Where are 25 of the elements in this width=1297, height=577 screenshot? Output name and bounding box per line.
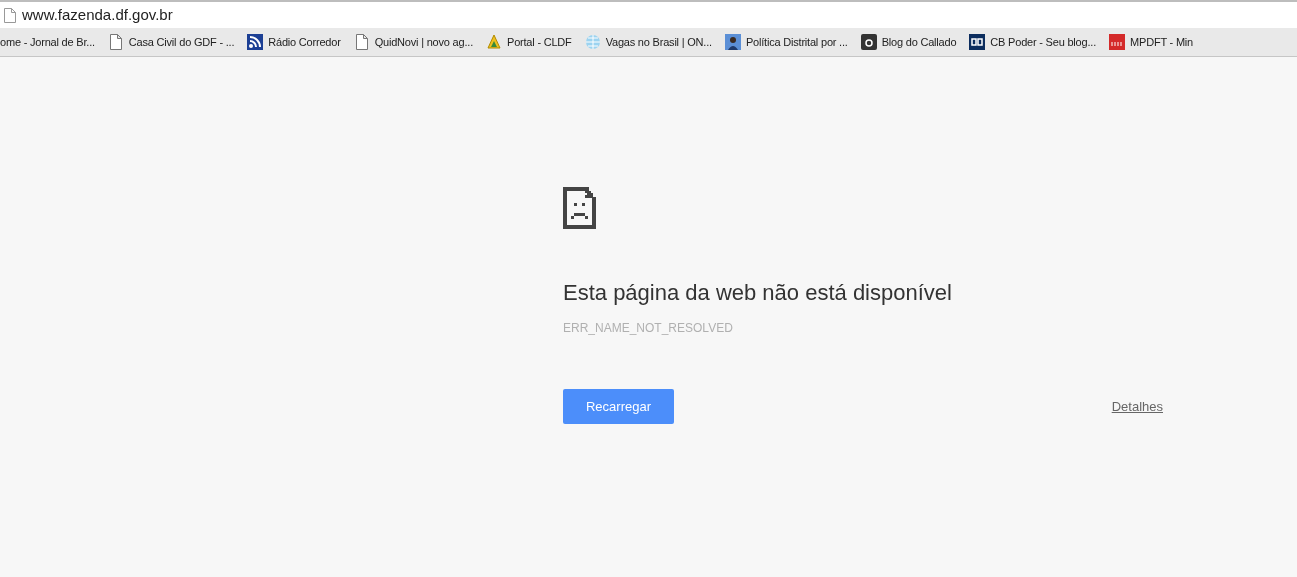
page-icon xyxy=(107,34,124,50)
bars-logo-icon xyxy=(1109,34,1126,50)
two-squares-logo-icon xyxy=(969,34,986,50)
bookmark-link[interactable]: Vagas no Brasil | ON... xyxy=(605,33,712,51)
photo-icon xyxy=(724,34,741,50)
bookmark-link[interactable]: Blog do Callado xyxy=(881,33,957,51)
dark-square-icon xyxy=(860,34,877,50)
triangle-emblem-icon xyxy=(486,34,502,50)
page-icon xyxy=(353,34,370,50)
globe-icon xyxy=(584,34,601,50)
url-text[interactable]: www.fazenda.df.gov.br xyxy=(22,3,173,27)
bookmark-link[interactable]: CB Poder - Seu blog... xyxy=(990,33,1097,51)
details-link[interactable]: Detalhes xyxy=(1111,396,1163,417)
bookmark-link[interactable]: Rádio Corredor xyxy=(268,33,341,51)
bookmark-link[interactable]: QuidNovi | novo ag... xyxy=(374,33,473,51)
bookmark-link[interactable]: MPDFT - Min xyxy=(1130,33,1193,51)
error-title: Esta página da web não está disponível xyxy=(563,279,953,307)
bookmark-link[interactable]: ome - Jornal de Br... xyxy=(0,33,95,51)
page-icon xyxy=(4,7,16,23)
error-code: ERR_NAME_NOT_RESOLVED xyxy=(563,320,734,337)
bookmark-link[interactable]: Portal - CLDF xyxy=(507,33,572,51)
feed-icon xyxy=(247,34,264,50)
bookmark-link[interactable]: Política Distrital por ... xyxy=(745,33,848,51)
sad-page-icon xyxy=(563,187,596,229)
bookmark-link[interactable]: Casa Civil do GDF - ... xyxy=(128,33,235,51)
